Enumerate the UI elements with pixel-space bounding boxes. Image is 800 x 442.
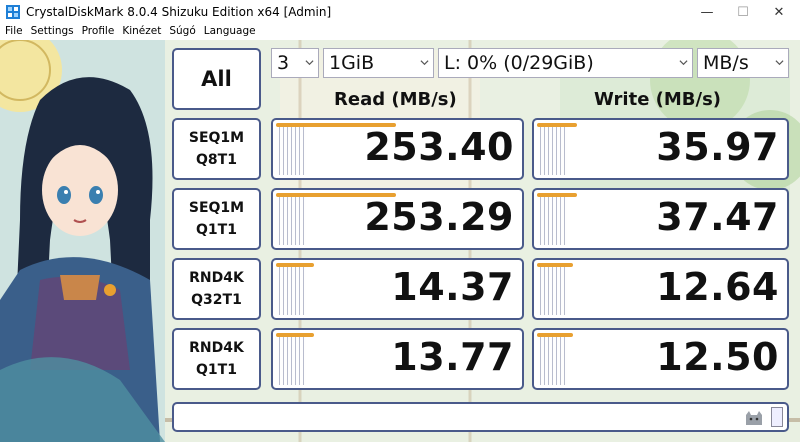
- test-button-seq1m-q8t1[interactable]: SEQ1M Q8T1: [172, 118, 261, 180]
- write-value: 12.64: [656, 265, 779, 309]
- menu-language[interactable]: Language: [204, 24, 256, 40]
- chevron-down-icon: [420, 60, 429, 66]
- status-scroll-thumb[interactable]: [771, 407, 783, 427]
- count-select[interactable]: 3: [271, 48, 319, 78]
- result-meter: [537, 123, 567, 175]
- drive-select[interactable]: L: 0% (0/29GiB): [438, 48, 693, 78]
- character-illustration: [0, 40, 165, 442]
- maximize-icon: ☐: [737, 4, 749, 20]
- unit-value: MB/s: [703, 52, 749, 74]
- result-meter: [276, 193, 306, 245]
- comment-input[interactable]: [172, 402, 789, 432]
- result-accent-bar: [276, 263, 314, 267]
- result-accent-bar: [537, 193, 577, 197]
- write-value: 35.97: [656, 125, 779, 169]
- read-column-header: Read (MB/s): [334, 89, 457, 110]
- result-meter: [537, 263, 567, 315]
- read-value: 13.77: [391, 335, 514, 379]
- read-value: 253.29: [364, 195, 514, 239]
- close-icon: ✕: [773, 4, 785, 20]
- test-label-line1: RND4K: [189, 340, 244, 356]
- test-label-line2: Q32T1: [191, 292, 242, 308]
- result-accent-bar: [537, 123, 577, 127]
- test-label-line1: RND4K: [189, 270, 244, 286]
- test-label-line1: SEQ1M: [188, 130, 245, 146]
- menu-profile[interactable]: Profile: [82, 24, 115, 40]
- result-accent-bar: [276, 333, 314, 337]
- chevron-down-icon: [679, 60, 688, 66]
- count-value: 3: [277, 52, 290, 74]
- read-result-rnd4k-q1t1: 13.77: [271, 328, 524, 390]
- app-icon: [6, 5, 20, 19]
- title-bar: CrystalDiskMark 8.0.4 Shizuku Edition x6…: [0, 0, 800, 24]
- result-meter: [276, 333, 306, 385]
- result-meter: [276, 123, 306, 175]
- result-accent-bar: [537, 333, 573, 337]
- write-result-seq1m-q1t1: 37.47: [532, 188, 789, 250]
- menu-settings[interactable]: Settings: [31, 24, 74, 40]
- result-meter: [537, 333, 567, 385]
- read-result-seq1m-q1t1: 253.29: [271, 188, 524, 250]
- size-select[interactable]: 1GiB: [323, 48, 434, 78]
- result-meter: [276, 263, 306, 315]
- chevron-down-icon: [305, 60, 314, 66]
- write-value: 37.47: [656, 195, 779, 239]
- close-button[interactable]: ✕: [756, 0, 800, 24]
- result-accent-bar: [537, 263, 573, 267]
- test-label-line2: Q1T1: [196, 222, 237, 238]
- size-value: 1GiB: [329, 52, 375, 74]
- read-result-rnd4k-q32t1: 14.37: [271, 258, 524, 320]
- test-button-seq1m-q1t1[interactable]: SEQ1M Q1T1: [172, 188, 261, 250]
- menu-file[interactable]: File: [5, 24, 23, 40]
- window-title: CrystalDiskMark 8.0.4 Shizuku Edition x6…: [26, 5, 332, 19]
- test-label-line1: SEQ1M: [188, 200, 245, 216]
- minimize-icon: —: [700, 4, 714, 20]
- test-button-rnd4k-q1t1[interactable]: RND4K Q1T1: [172, 328, 261, 390]
- menu-bar: File Settings Profile Kinézet Súgó Langu…: [0, 24, 800, 40]
- unit-select[interactable]: MB/s: [697, 48, 789, 78]
- read-value: 253.40: [364, 125, 514, 169]
- write-result-rnd4k-q32t1: 12.64: [532, 258, 789, 320]
- drive-value: L: 0% (0/29GiB): [444, 52, 594, 74]
- test-label-line2: Q8T1: [196, 152, 237, 168]
- test-button-rnd4k-q32t1[interactable]: RND4K Q32T1: [172, 258, 261, 320]
- read-result-seq1m-q8t1: 253.40: [271, 118, 524, 180]
- main-area: All 3 1GiB L: 0% (0/29GiB) MB/s Read (MB…: [0, 40, 800, 442]
- write-result-seq1m-q8t1: 35.97: [532, 118, 789, 180]
- write-value: 12.50: [656, 335, 779, 379]
- read-value: 14.37: [391, 265, 514, 309]
- chevron-down-icon: [775, 60, 784, 66]
- cat-icon: [746, 411, 762, 425]
- test-label-line2: Q1T1: [196, 362, 237, 378]
- all-button[interactable]: All: [172, 48, 261, 110]
- write-column-header: Write (MB/s): [594, 89, 722, 110]
- menu-help[interactable]: Súgó: [169, 24, 195, 40]
- menu-theme[interactable]: Kinézet: [122, 24, 161, 40]
- write-result-rnd4k-q1t1: 12.50: [532, 328, 789, 390]
- result-meter: [537, 193, 567, 245]
